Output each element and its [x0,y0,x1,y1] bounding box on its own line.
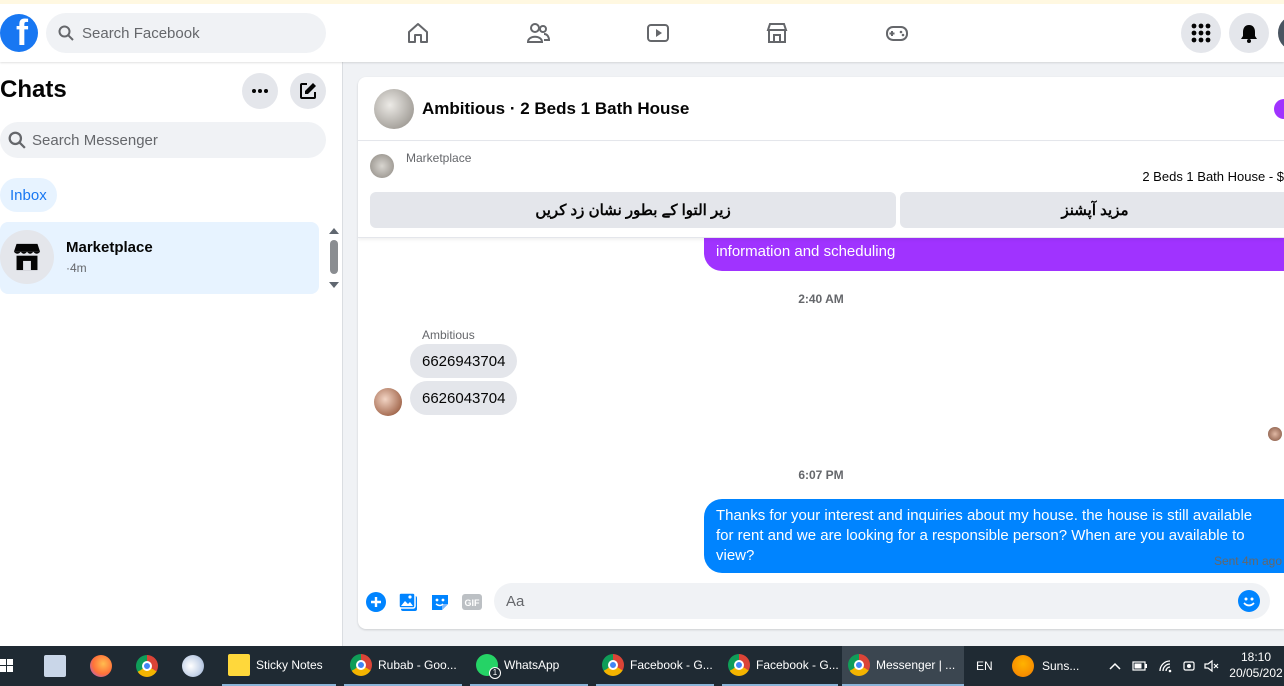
firefox-taskbar-icon[interactable] [90,646,112,686]
new-message-button[interactable] [290,73,326,109]
chrome-taskbar-icon[interactable] [136,646,158,686]
emoji-icon[interactable] [1238,590,1260,612]
conversation-action-icon[interactable] [1274,99,1284,119]
search-icon [8,131,26,149]
scroll-down-arrow[interactable] [329,282,339,288]
gif-icon[interactable]: GIF [461,591,483,613]
taskbar-chrome-facebook-2[interactable]: Facebook - G... [722,646,839,686]
top-navigation: f Search Facebook [0,0,1284,62]
facebook-logo[interactable]: f [0,14,38,52]
scroll-up-arrow[interactable] [329,228,339,234]
system-clock[interactable]: 18:10 20/05/202 [1228,649,1284,681]
chat-time: ·4m [66,261,87,275]
marketplace-banner: Marketplace 2 Beds 1 Bath House - $ زیر … [358,142,1284,238]
profile-avatar[interactable] [1276,13,1284,53]
search-placeholder: Search Facebook [82,24,200,42]
sent-message-bubble[interactable]: Thanks for your interest and inquiries a… [704,499,1284,573]
firefox-icon [90,655,112,677]
chrome-icon [602,654,624,676]
more-options-button[interactable]: مزید آپشنز [900,192,1284,228]
taskbar-chrome-rubab[interactable]: Rubab - Goo... [344,646,462,686]
conversation-panel: Ambitious · 2 Beds 1 Bath House Marketpl… [358,77,1284,629]
wifi-icon[interactable] [1158,646,1174,686]
clock-time: 18:10 [1240,650,1272,664]
search-icon [58,25,74,41]
paint-taskbar-icon[interactable] [182,646,204,686]
seen-indicator-avatar [1268,427,1282,441]
listing-thumbnail[interactable] [370,154,394,178]
chrome-icon [848,654,870,676]
sender-avatar[interactable] [374,388,402,416]
message-timestamp: 2:40 AM [798,292,844,306]
clock-date: 20/05/202 [1229,666,1283,680]
battery-icon[interactable] [1132,646,1148,686]
messenger-search-input[interactable]: Search Messenger [0,122,326,158]
weather-icon [1012,655,1034,677]
more-icon [252,89,268,93]
windows-taskbar: Sticky Notes Rubab - Goo... 1 WhatsApp F… [0,646,1284,686]
paint-icon [182,655,204,677]
chat-avatar [0,230,54,284]
windows-icon [0,659,13,672]
chats-title: Chats [0,76,67,103]
svg-text:GIF: GIF [465,598,481,608]
weather-widget[interactable]: Suns... [1012,646,1079,686]
chrome-icon [136,655,158,677]
message-input[interactable]: Aa [494,583,1270,619]
received-message-bubble[interactable]: 6626043704 [410,381,518,415]
inbox-filter-chip[interactable]: Inbox [0,178,57,212]
photo-icon[interactable] [398,591,420,613]
watch-icon[interactable] [643,18,673,48]
sticky-notes-icon [228,654,250,676]
message-status: Sent 4m ago [1213,554,1282,568]
notifications-button[interactable] [1229,13,1269,53]
marketplace-icon [13,243,41,271]
message-input-placeholder: Aa [506,592,525,610]
sticker-icon[interactable] [429,591,451,613]
message-composer: GIF Aa [358,577,1284,629]
sidebar-scrollbar[interactable] [328,226,340,290]
volume-muted-icon[interactable] [1204,646,1220,686]
taskbar-whatsapp[interactable]: 1 WhatsApp [470,646,588,686]
marketplace-label: Marketplace [406,151,472,165]
mark-as-pending-button[interactable]: زیر التوا کے بطور نشان زد کریں [370,192,896,228]
taskbar-chrome-facebook[interactable]: Facebook - G... [596,646,714,686]
chrome-icon [728,654,750,676]
conversation-title[interactable]: Ambitious · 2 Beds 1 Bath House [422,99,689,119]
chrome-icon [350,654,372,676]
whatsapp-icon: 1 [476,654,501,679]
bell-icon [1241,25,1257,43]
camera-mic-icon[interactable] [1182,646,1196,686]
chats-sidebar: Chats Search Messenger Inbox Marketplace… [0,62,343,646]
friends-icon[interactable] [523,18,553,48]
marketplace-icon[interactable] [762,18,792,48]
sender-name: Ambitious [422,328,475,342]
facebook-search-input[interactable]: Search Facebook [46,13,326,53]
home-icon[interactable] [403,18,433,48]
add-icon[interactable] [365,591,387,613]
listing-title[interactable]: 2 Beds 1 Bath House - $ [1142,169,1284,184]
grid-icon [1191,23,1211,43]
app-icon[interactable] [44,646,66,686]
messenger-search-placeholder: Search Messenger [32,131,158,149]
taskbar-sticky-notes[interactable]: Sticky Notes [222,646,336,686]
chat-list-item[interactable]: Marketplace ·4m [0,222,319,294]
whatsapp-badge: 1 [489,667,501,679]
menu-grid-button[interactable] [1181,13,1221,53]
chat-name: Marketplace [66,239,153,256]
compose-icon [300,83,316,99]
tray-chevron-icon[interactable] [1108,646,1122,686]
conversation-avatar[interactable] [374,89,414,129]
message-timestamp: 6:07 PM [798,468,844,482]
received-message-bubble[interactable]: 6626943704 [410,344,518,378]
notepad-icon [44,655,66,677]
chats-options-button[interactable] [242,73,278,109]
conversation-header: Ambitious · 2 Beds 1 Bath House [358,77,1284,141]
language-indicator[interactable]: EN [976,646,993,686]
scroll-thumb[interactable] [330,240,338,274]
start-button[interactable] [0,646,18,686]
taskbar-chrome-messenger[interactable]: Messenger | ... [842,646,964,686]
gaming-icon[interactable] [882,18,912,48]
